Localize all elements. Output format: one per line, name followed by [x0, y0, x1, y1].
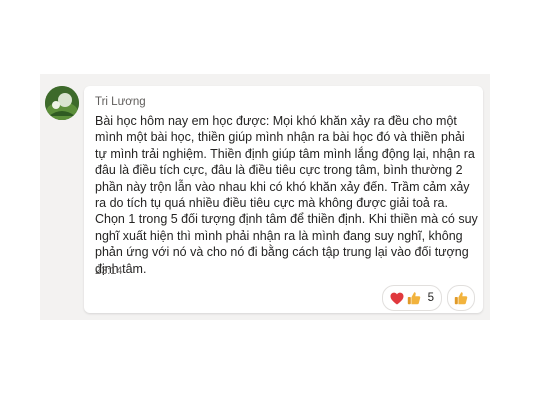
- avatar[interactable]: [45, 86, 79, 120]
- message-body: Bài học hôm nay em học được: Mọi khó khă…: [95, 114, 478, 276]
- add-reaction-button[interactable]: [447, 285, 475, 311]
- reaction-count: 5: [427, 292, 434, 304]
- message-timestamp: 23:14: [95, 265, 123, 277]
- message-author[interactable]: Tri Lương: [95, 96, 146, 108]
- thumbs-up-icon: [407, 292, 420, 305]
- message-bubble[interactable]: Tri Lương Bài học hôm nay em học được: M…: [84, 86, 483, 313]
- heart-icon: [390, 292, 404, 304]
- thumbs-up-icon: [454, 292, 468, 305]
- avatar-photo: [45, 86, 79, 120]
- reaction-summary[interactable]: 5: [381, 285, 442, 311]
- chat-pane: Tri Lương Bài học hôm nay em học được: M…: [40, 74, 490, 320]
